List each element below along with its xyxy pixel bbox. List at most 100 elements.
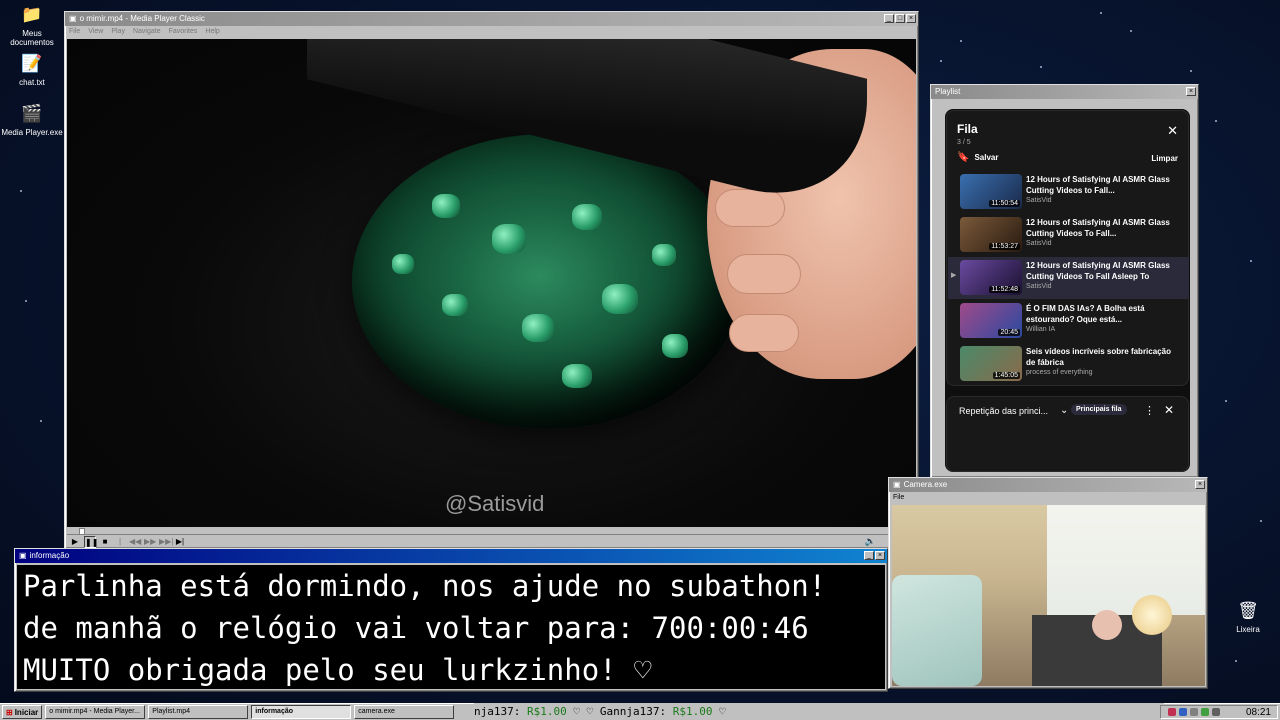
camera-icon: ▣ bbox=[893, 480, 901, 489]
info-window[interactable]: ▣ informação _ × Parlinha está dormindo,… bbox=[14, 548, 888, 692]
taskbar-item-info[interactable]: informação bbox=[251, 705, 352, 719]
video-finger bbox=[727, 254, 801, 294]
video-finger bbox=[729, 314, 799, 352]
tray-app-icon[interactable] bbox=[1200, 708, 1209, 716]
donation-ticker: nja137: R$1.00 ♡ ♡ Gannja137: R$1.00 ♡ bbox=[474, 703, 1164, 720]
queue-panel: Fila 3 / 5 ✕ 🔖 Salvar Limpar 11:50:54 12… bbox=[946, 110, 1189, 386]
playlist-window[interactable]: Playlist × Fila 3 / 5 ✕ 🔖 Salvar Limpar … bbox=[930, 84, 1199, 478]
window-title: o mimir.mp4 - Media Player Classic bbox=[79, 14, 205, 23]
video-watermark: @Satisvid bbox=[445, 491, 545, 516]
windows-logo-icon: ⊞ bbox=[6, 707, 13, 717]
notepad-icon: 📝 bbox=[21, 54, 43, 73]
menu-view[interactable]: View bbox=[88, 26, 103, 38]
seek-handle[interactable] bbox=[79, 528, 86, 535]
save-button[interactable]: 🔖 Salvar bbox=[957, 152, 998, 163]
queue-item[interactable]: 11:53:27 12 Hours of Satisfying AI ASMR … bbox=[948, 214, 1189, 256]
video-thumbnail: 1:45:05 bbox=[960, 346, 1022, 381]
close-icon[interactable]: ✕ bbox=[1164, 403, 1174, 417]
queue-item[interactable]: 1:45:05 Seis vídeos incríveis sobre fabr… bbox=[948, 343, 1189, 385]
taskbar-item-camera[interactable]: camera.exe bbox=[354, 705, 455, 719]
pause-icon[interactable]: ❚❚ bbox=[84, 536, 98, 548]
minimize-button[interactable]: _ bbox=[884, 14, 894, 23]
close-button[interactable]: × bbox=[1186, 87, 1196, 96]
menu-help[interactable]: Help bbox=[205, 26, 219, 38]
start-button[interactable]: ⊞ Iniciar bbox=[2, 705, 43, 719]
tray-network-icon[interactable] bbox=[1178, 708, 1187, 716]
fast-forward-icon[interactable]: ▶▶ bbox=[144, 536, 156, 548]
clear-button[interactable]: Limpar bbox=[1151, 154, 1178, 163]
queue-item-title: Seis vídeos incríveis sobre fabricação d… bbox=[1026, 347, 1171, 367]
close-icon[interactable]: ✕ bbox=[1167, 123, 1178, 139]
camera-titlebar[interactable]: ▣ Camera.exe × bbox=[889, 478, 1207, 492]
media-player-window[interactable]: ▣ o mimir.mp4 - Media Player Classic _ □… bbox=[64, 11, 919, 558]
queue-item-now-playing[interactable]: ▶ 11:52:48 12 Hours of Satisfying AI ASM… bbox=[948, 257, 1189, 299]
taskbar-item-playlist[interactable]: Playlist.mp4 bbox=[148, 705, 249, 719]
more-options-icon[interactable]: ⋮ bbox=[1144, 404, 1155, 417]
queue-item[interactable]: 20:45 É O FIM DAS IAs? A Bolha está esto… bbox=[948, 300, 1189, 342]
tray-volume-icon[interactable] bbox=[1189, 708, 1198, 716]
info-line: MUITO obrigada pelo seu lurkzinho! ♡ bbox=[23, 653, 652, 687]
queue-badge[interactable]: Principais fila bbox=[1071, 404, 1127, 415]
menu-favorites[interactable]: Favorites bbox=[169, 26, 198, 38]
media-player-icon: ▣ bbox=[69, 14, 77, 23]
minimize-button[interactable]: _ bbox=[864, 551, 874, 560]
playback-controls: ▶ ❚❚ ■ |◀◀ ◀◀ ▶▶ ▶▶| ▶| bbox=[69, 536, 186, 558]
info-text: Parlinha está dormindo, nos ajude no sub… bbox=[17, 565, 885, 689]
volume-icon[interactable]: 🔈 bbox=[865, 536, 876, 547]
media-player-titlebar[interactable]: ▣ o mimir.mp4 - Media Player Classic _ □… bbox=[65, 12, 918, 26]
video-emerald-object bbox=[352, 134, 742, 429]
tray-app-icon[interactable] bbox=[1211, 708, 1220, 716]
video-frame[interactable]: @Satisvid bbox=[67, 39, 916, 527]
rewind-icon[interactable]: ◀◀ bbox=[129, 536, 141, 548]
playlist-titlebar[interactable]: Playlist × bbox=[931, 85, 1198, 99]
video-finger bbox=[715, 189, 785, 227]
desktop-icon-chat[interactable]: 📝 chat.txt bbox=[0, 53, 64, 87]
desktop-icon-documents[interactable]: 📁 Meus documentos bbox=[0, 4, 64, 47]
maximize-button[interactable]: □ bbox=[895, 14, 905, 23]
queue-item[interactable]: 11:50:54 12 Hours of Satisfying AI ASMR … bbox=[948, 171, 1189, 213]
video-thumbnail: 20:45 bbox=[960, 303, 1022, 338]
close-button[interactable]: × bbox=[1195, 480, 1205, 489]
close-button[interactable]: × bbox=[875, 551, 885, 560]
taskbar-item-media-player[interactable]: o mimir.mp4 - Media Player... bbox=[45, 705, 146, 719]
repeat-label[interactable]: Repetição das princi... bbox=[959, 406, 1048, 416]
stop-icon[interactable]: ■ bbox=[99, 536, 111, 548]
desktop-icon-recycle-bin[interactable]: 🗑 Lixeira bbox=[1216, 600, 1280, 634]
tray-app-icon[interactable] bbox=[1167, 708, 1176, 716]
chevron-down-icon[interactable]: ⌄ bbox=[1060, 405, 1068, 416]
seek-bar[interactable] bbox=[67, 528, 916, 535]
next-icon[interactable]: ▶▶| bbox=[159, 536, 173, 548]
camera-feed bbox=[892, 505, 1205, 686]
queue-item-channel: process of everything bbox=[1026, 369, 1093, 376]
queue-item-channel: SatisVid bbox=[1026, 283, 1052, 290]
video-thumbnail: 11:50:54 bbox=[960, 174, 1022, 209]
queue-item-title: 12 Hours of Satisfying AI ASMR Glass Cut… bbox=[1026, 175, 1170, 195]
queue-title: Fila bbox=[957, 122, 978, 136]
play-icon[interactable]: ▶ bbox=[69, 536, 81, 548]
now-playing-icon: ▶ bbox=[951, 272, 957, 279]
close-button[interactable]: × bbox=[906, 14, 916, 23]
menu-navigate[interactable]: Navigate bbox=[133, 26, 161, 38]
queue-item-title: É O FIM DAS IAs? A Bolha está estourando… bbox=[1026, 304, 1145, 324]
window-title: Camera.exe bbox=[903, 480, 948, 489]
queue-item-title: 12 Hours of Satisfying AI ASMR Glass Cut… bbox=[1026, 261, 1170, 281]
clock[interactable]: 08:21 bbox=[1246, 707, 1271, 718]
frame-step-icon[interactable]: ▶| bbox=[174, 536, 186, 548]
camera-chair bbox=[892, 575, 982, 686]
camera-window[interactable]: ▣ Camera.exe × File bbox=[888, 477, 1208, 689]
queue-item-channel: SatisVid bbox=[1026, 197, 1052, 204]
folder-icon: 📁 bbox=[21, 5, 43, 24]
camera-object bbox=[1092, 610, 1122, 640]
menu-play[interactable]: Play bbox=[111, 26, 125, 38]
media-player-icon: 🎬 bbox=[21, 104, 43, 123]
system-tray: 08:21 bbox=[1160, 705, 1278, 719]
prev-icon[interactable]: |◀◀ bbox=[114, 536, 126, 558]
desktop-icon-media-player[interactable]: 🎬 Media Player.exe bbox=[0, 103, 64, 137]
video-thumbnail: 11:53:27 bbox=[960, 217, 1022, 252]
info-titlebar[interactable]: ▣ informação _ × bbox=[15, 549, 887, 563]
video-thumbnail: 11:52:48 bbox=[960, 260, 1022, 295]
queue-item-channel: Willian IA bbox=[1026, 326, 1056, 333]
menu-bar: File View Play Navigate Favorites Help bbox=[65, 26, 918, 38]
menu-file[interactable]: File bbox=[893, 492, 904, 504]
menu-file[interactable]: File bbox=[69, 26, 80, 38]
